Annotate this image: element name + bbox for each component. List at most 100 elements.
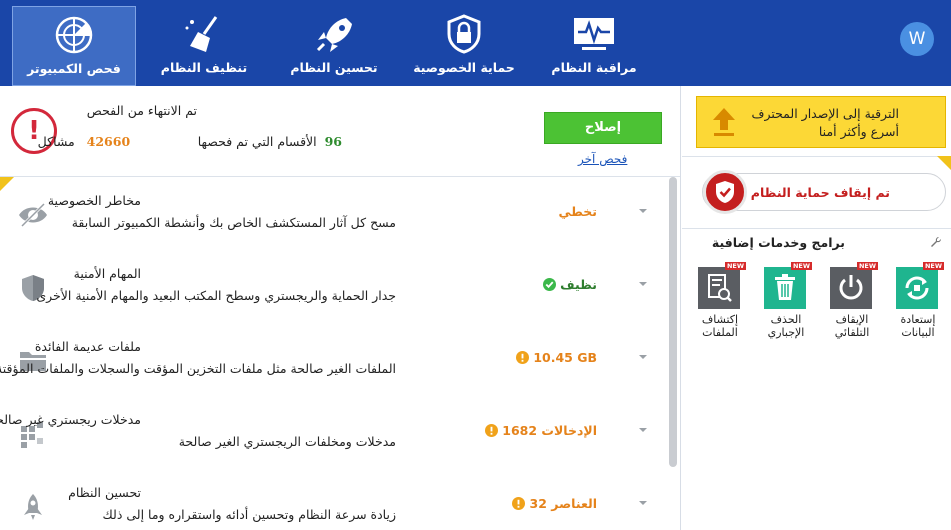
file-search-icon: NEW [698,262,746,309]
chevron-down-icon[interactable] [639,499,647,507]
sections-count: 96 [324,134,342,149]
scan-category-list: مخاطر الخصوصية مسح كل آثار المستكشف الخا… [0,176,680,530]
rocket-icon [24,494,42,520]
tool-label-line-2: الإجباري [767,326,805,339]
upgrade-line-2: أسرع وأكثر أمنا [818,124,899,139]
logo-letter: W [908,29,926,49]
item-description: مدخلات ومخلفات الريجستري الغير صالحة [178,434,396,449]
list-item-system-optimization[interactable]: تحسين النظام زيادة سرعة النظام وتحسين أد… [0,469,665,530]
item-description: مسح كل آثار المستكشف الخاص بك وأنشطة الك… [71,215,396,230]
status-text: العناصر 32 [529,496,597,511]
list-item-security-tasks[interactable]: المهام الأمنية جدار الحماية والريجستري و… [0,250,665,323]
tab-label: تنظيف النظام [160,60,248,75]
problems-count: 42660 [86,134,131,149]
upgrade-banner[interactable]: الترقية إلى الإصدار المحترف أسرع وأكثر أ… [696,96,946,148]
scrollbar[interactable] [669,177,677,467]
chevron-down-icon[interactable] [639,426,647,434]
item-description: زيادة سرعة النظام وتحسين أدائه واستقراره… [102,507,396,522]
tool-label: إستعادة البيانات [886,313,950,339]
check-circle-icon [542,278,556,291]
warning-circle-icon [515,351,529,364]
status-text: الإدخالات 1682 [502,423,597,438]
scan-results-panel: ! تم الانتهاء من الفحص 96 الأقسام التي ت… [0,86,681,530]
fix-button[interactable]: إصلاح [544,112,662,144]
app-logo: W [900,22,934,56]
shield-check-icon [703,170,747,214]
tool-force-delete[interactable]: NEW الحذف الإجباري [764,262,812,339]
item-description: الملفات الغير صالحة مثل ملفات التخزين ال… [0,361,396,376]
eye-hidden-icon [19,202,47,228]
tab-system-optimize[interactable]: تحسين النظام [272,6,396,86]
tab-pc-scan[interactable]: فحص الكمبيوتر [12,6,136,86]
tool-label-line-1: الحذف [770,313,802,326]
scan-summary: ! تم الانتهاء من الفحص 96 الأقسام التي ت… [0,86,680,176]
item-status: الإدخالات 1682 [484,423,597,438]
new-badge: NEW [856,262,878,270]
status-text: 10.45 GB [533,350,597,365]
tab-label: تحسين النظام [290,60,378,75]
chevron-down-icon[interactable] [639,207,647,215]
tab-label: فحص الكمبيوتر [27,61,121,76]
problems-label: مشاكل [37,134,75,149]
system-protection-toggle[interactable]: تم إيقاف حماية النظام [702,170,946,214]
side-panel: الترقية إلى الإصدار المحترف أسرع وأكثر أ… [682,86,951,530]
item-description: جدار الحماية والريجستري وسطح المكتب البع… [36,288,396,303]
upgrade-text: الترقية إلى الإصدار المحترف أسرع وأكثر أ… [751,105,899,141]
rocket-icon [316,18,352,52]
tool-auto-shutdown[interactable]: NEW الإيقاف التلقائي [830,262,878,339]
tab-system-monitor[interactable]: مراقبة النظام [532,6,656,86]
data-recovery-icon: NEW [896,262,944,309]
chevron-down-icon[interactable] [639,280,647,288]
divider [682,228,951,229]
new-badge: NEW [790,262,812,270]
list-item-privacy-risks[interactable]: مخاطر الخصوصية مسح كل آثار المستكشف الخا… [0,177,665,250]
sections-label: الأقسام التي تم فحصها [197,134,317,149]
tool-label-line-1: إكتشاف [701,313,739,326]
item-title: المهام الأمنية [73,266,141,281]
new-badge: NEW [922,262,944,270]
broom-icon [185,16,218,52]
item-title: ملفات عديمة الفائدة [34,339,141,354]
chevron-down-icon[interactable] [639,353,647,361]
radar-scan-icon [55,16,93,54]
tool-label-line-2: التلقائي [834,326,870,339]
tool-label: إكتشاف الملفات [688,313,752,339]
status-text: نظيف [560,277,597,292]
tab-privacy-protection[interactable]: حماية الخصوصية [402,6,526,86]
tool-label-line-1: إستعادة [900,313,936,326]
tool-label: الإيقاف التلقائي [820,313,884,339]
pro-ribbon-icon [937,156,951,170]
item-title: مدخلات ريجستري غير صالحة [0,412,141,427]
shield-lock-icon [447,14,481,54]
item-title: مخاطر الخصوصية [47,193,141,208]
scan-title: تم الانتهاء من الفحص [86,103,197,118]
list-item-junk-files[interactable]: ملفات عديمة الفائدة الملفات الغير صالحة … [0,323,665,396]
addons-title: برامج وخدمات إضافية [711,235,845,250]
tool-label-line-1: الإيقاف [835,313,869,326]
tab-system-clean[interactable]: تنظيف النظام [142,6,266,86]
wrench-icon [931,236,942,247]
tab-label: حماية الخصوصية [413,60,515,75]
item-status: نظيف [542,277,597,292]
tool-label: الحذف الإجباري [754,313,818,339]
tool-label-line-2: البيانات [901,326,935,339]
warning-circle-icon [512,497,526,510]
power-icon: NEW [830,262,878,309]
divider [682,156,951,157]
item-title: تحسين النظام [68,485,141,500]
list-item-invalid-registry[interactable]: مدخلات ريجستري غير صالحة مدخلات ومخلفات … [0,396,665,469]
top-navigation-bar: فحص الكمبيوتر تنظيف النظام تحسين النظام … [0,0,951,86]
rescan-link[interactable]: فحص آخر [578,152,627,166]
trash-icon: NEW [764,262,812,309]
tool-label-line-2: الملفات [702,326,738,339]
tab-label: مراقبة النظام [551,60,637,75]
upgrade-line-1: الترقية إلى الإصدار المحترف [751,106,899,121]
item-status: تخطي [558,204,597,219]
protection-status: تم إيقاف حماية النظام [750,185,890,200]
tool-data-recovery[interactable]: NEW إستعادة البيانات [896,262,944,339]
item-status: 10.45 GB [515,350,597,365]
monitor-pulse-icon [574,18,614,50]
item-status: العناصر 32 [512,496,597,511]
tool-file-discovery[interactable]: NEW إكتشاف الملفات [698,262,746,339]
warning-circle-icon [484,424,498,437]
